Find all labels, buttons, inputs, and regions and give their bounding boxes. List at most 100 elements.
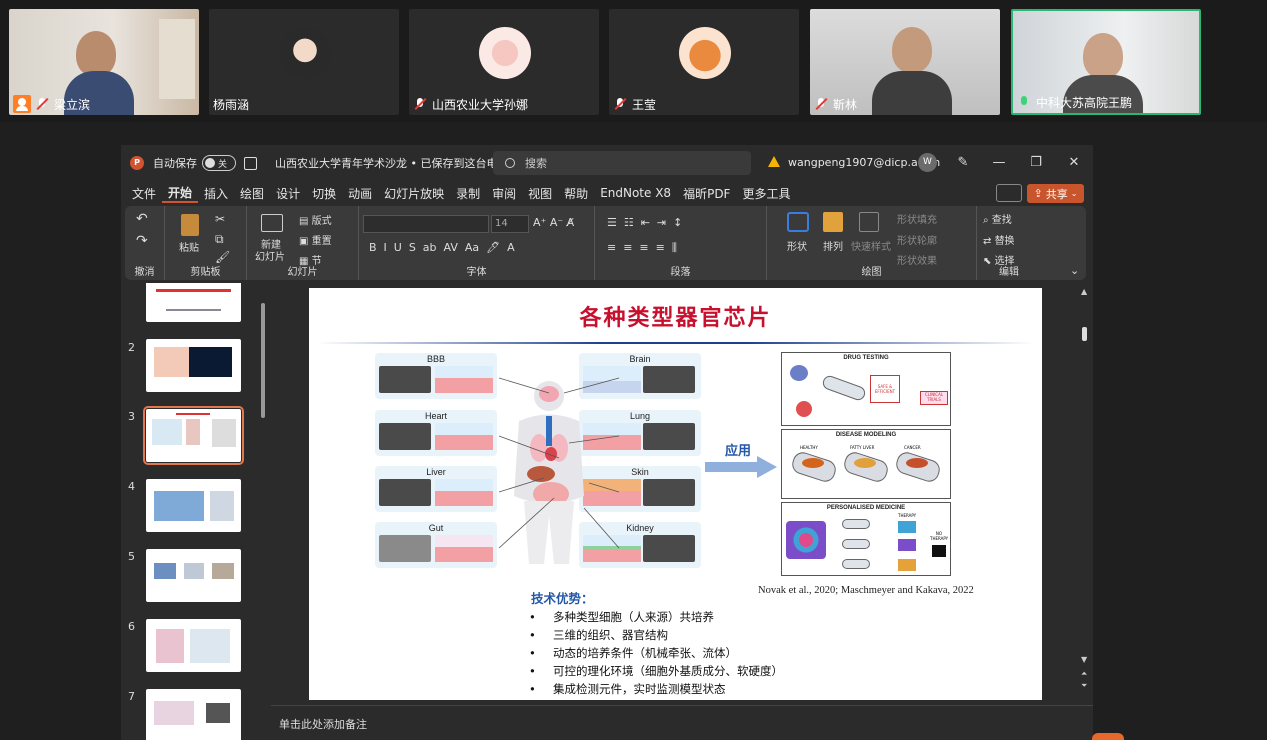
participant-name-bar: 靳林	[810, 93, 861, 115]
tab-home[interactable]: 开始	[162, 184, 199, 203]
copy-icon[interactable]: ⧉	[215, 232, 224, 247]
document-title[interactable]: 山西农业大学青年学术沙龙 • 已保存到这台电脑	[275, 155, 508, 171]
find-button[interactable]: ⌕ 查找	[983, 211, 1012, 226]
arrange-icon[interactable]	[823, 212, 843, 232]
next-slide-icon[interactable]: ⏷	[1081, 681, 1087, 691]
notes-placeholder[interactable]: 单击此处添加备注	[279, 716, 367, 732]
slide-thumbnail[interactable]	[146, 479, 241, 532]
slide-thumbnail[interactable]	[146, 283, 241, 322]
slide-thumbnail-selected[interactable]	[143, 406, 244, 465]
tab-file[interactable]: 文件	[126, 185, 162, 202]
shapes-icon[interactable]	[787, 212, 809, 232]
align-icons[interactable]: ≡ ≡ ≡ ≡ ⫼	[607, 241, 677, 255]
tab-slideshow[interactable]: 幻灯片放映	[378, 185, 450, 202]
font-family-select[interactable]	[363, 215, 489, 233]
tab-design[interactable]: 设计	[270, 185, 306, 202]
tab-endnote[interactable]: EndNote X8	[594, 186, 677, 200]
list-icons[interactable]: ☰ ☷ ⇤ ⇥ ↕	[607, 216, 682, 229]
tab-more-tools[interactable]: 更多工具	[736, 185, 796, 202]
pen-icon[interactable]: ✎	[953, 153, 973, 173]
share-button[interactable]: ⇪ 共享 ⌄	[1027, 184, 1084, 203]
tab-transitions[interactable]: 切换	[306, 185, 342, 202]
arrange-label[interactable]: 排列	[823, 238, 843, 253]
organ-label: Gut	[428, 523, 444, 533]
healthy-label: HEALTHY	[800, 445, 818, 450]
slide-thumbnail[interactable]	[146, 549, 241, 602]
thumbnail-scrollbar[interactable]	[259, 285, 267, 740]
bullet: •	[529, 682, 536, 696]
new-slide-icon[interactable]	[261, 214, 283, 232]
tab-animations[interactable]: 动画	[342, 185, 378, 202]
slide[interactable]: 各种类型器官芯片 BBB Heart Liver Gut Brain Lung …	[309, 288, 1042, 700]
quick-styles-label[interactable]: 快速样式	[851, 238, 891, 253]
participant-tile[interactable]: 梁立滨	[9, 9, 199, 115]
search-input[interactable]: 搜索	[493, 151, 751, 175]
undo-icon[interactable]: ↶	[136, 211, 148, 227]
replace-button[interactable]: ⇄ 替换	[983, 232, 1015, 247]
tab-insert[interactable]: 插入	[198, 185, 234, 202]
tab-view[interactable]: 视图	[522, 185, 558, 202]
participant-name: 王莹	[632, 97, 657, 112]
tab-foxit-pdf[interactable]: 福昕PDF	[677, 185, 736, 202]
window-resize-handle[interactable]	[1092, 733, 1124, 740]
redo-icon[interactable]: ↷	[136, 233, 148, 249]
shape-fill-button[interactable]: 形状填充	[897, 211, 937, 226]
paste-icon[interactable]	[181, 214, 199, 236]
ribbon-home: ↶ ↷ 撤消 粘贴 ✂ ⧉ 🖌 剪贴板 新建 幻灯片 ▤ 版式 ▣ 重置 ▦ 节…	[125, 206, 1086, 280]
minimize-icon[interactable]: —	[989, 153, 1009, 173]
slide-thumbnail[interactable]	[146, 339, 241, 392]
layout-button[interactable]: ▤ 版式	[299, 212, 332, 227]
slide-thumbnail[interactable]	[146, 619, 241, 672]
participant-name: 靳林	[833, 97, 858, 112]
paste-label[interactable]: 粘贴	[179, 239, 199, 254]
shape-outline-button[interactable]: 形状轮廓	[897, 232, 937, 247]
advantage-item: • 可控的理化环境（细胞外基质成分、软硬度）	[529, 663, 783, 679]
font-format-icons[interactable]: B I U S ab AV Aa 🖊 A	[369, 241, 515, 254]
save-icon[interactable]	[244, 156, 257, 170]
bullet: •	[529, 664, 536, 678]
disease-modeling-panel: DISEASE MODELING HEALTHY FATTY LIVER CAN…	[781, 429, 951, 499]
tab-record[interactable]: 录制	[450, 185, 486, 202]
cut-icon[interactable]: ✂	[215, 212, 225, 226]
scrollbar-thumb[interactable]	[1082, 327, 1087, 341]
warning-icon[interactable]	[768, 156, 780, 167]
restore-icon[interactable]: ❐	[1026, 153, 1046, 173]
slide-scrollbar[interactable]: ▲ ▼ ⏶ ⏷	[1080, 287, 1090, 697]
replace-label: 替换	[994, 236, 1015, 247]
scroll-down-icon[interactable]: ▼	[1081, 655, 1087, 664]
participant-tile[interactable]: 靳林	[810, 9, 1000, 115]
participant-tile[interactable]: 杨雨涵	[209, 9, 399, 115]
reset-button[interactable]: ▣ 重置	[299, 232, 332, 247]
organ-card: BBB	[375, 353, 497, 399]
grow-font-icon[interactable]: A⁺ A⁻ A̸	[533, 216, 574, 229]
chevron-down-icon: ⌄	[1070, 189, 1078, 198]
organ-label: BBB	[426, 354, 445, 364]
personalised-medicine-panel: PERSONALISED MEDICINE THERAPY NO THERAPY	[781, 502, 951, 576]
account-avatar[interactable]: W	[918, 153, 937, 172]
slide-thumbnail[interactable]	[146, 689, 241, 740]
scroll-up-icon[interactable]: ▲	[1081, 287, 1087, 296]
autosave-toggle[interactable]: 关	[202, 155, 236, 171]
collapse-ribbon-icon[interactable]: ⌄	[1070, 264, 1079, 277]
font-size-select[interactable]: 14	[491, 215, 529, 233]
close-icon[interactable]: ✕	[1064, 153, 1084, 173]
comment-button[interactable]	[996, 184, 1022, 202]
notes-pane[interactable]: 单击此处添加备注	[271, 705, 1093, 740]
previous-slide-icon[interactable]: ⏶	[1081, 669, 1087, 679]
scrollbar-thumb[interactable]	[261, 303, 265, 418]
ribbon-group-paragraph: ☰ ☷ ⇤ ⇥ ↕ ≡ ≡ ≡ ≡ ⫼ 段落	[595, 206, 767, 280]
participant-name-bar: 梁立滨	[9, 93, 94, 115]
tab-review[interactable]: 审阅	[486, 185, 522, 202]
clinical-label: CLINICAL TRIALS	[920, 391, 948, 405]
participant-tile[interactable]: 王莹	[609, 9, 799, 115]
quick-styles-icon[interactable]	[859, 212, 879, 232]
shapes-label[interactable]: 形状	[787, 238, 807, 253]
tab-help[interactable]: 帮助	[558, 185, 594, 202]
new-slide-label[interactable]: 幻灯片	[255, 248, 285, 263]
tab-draw[interactable]: 绘图	[234, 185, 270, 202]
participant-tile-active-speaker[interactable]: 中科大苏高院王鹏	[1011, 9, 1201, 115]
toggle-knob-icon	[205, 158, 215, 168]
format-painter-icon[interactable]: 🖌	[215, 250, 230, 264]
chip-image	[643, 423, 695, 450]
participant-tile[interactable]: 山西农业大学孙娜	[409, 9, 599, 115]
